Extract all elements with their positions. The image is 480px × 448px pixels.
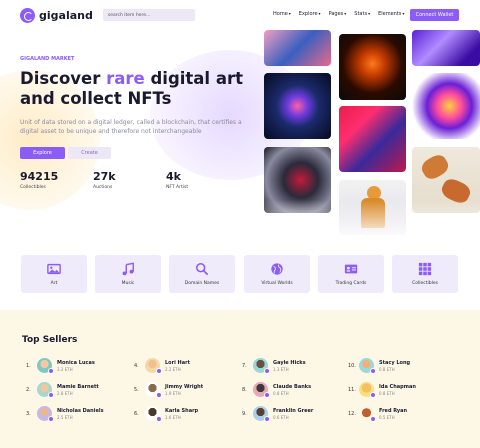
logo-text: gigaland bbox=[39, 8, 93, 22]
verified-badge-icon bbox=[370, 392, 376, 398]
category-virtual-worlds[interactable]: Virtual Worlds bbox=[244, 255, 310, 293]
verified-badge-icon bbox=[156, 416, 162, 422]
nft-art-6[interactable] bbox=[412, 73, 480, 139]
verified-badge-icon bbox=[48, 392, 54, 398]
stat-nft-artist: 4k NFT Artist bbox=[166, 170, 189, 190]
seller-item[interactable]: 7. Gayle Hicks 1.3 ETH bbox=[242, 358, 306, 374]
verified-badge-icon bbox=[370, 368, 376, 374]
stat-auctions: 27k Auctions bbox=[93, 170, 116, 190]
seller-item[interactable]: 5. Jimmy Wright 1.9 ETH bbox=[134, 382, 203, 398]
category-label: Virtual Worlds bbox=[261, 281, 293, 286]
verified-badge-icon bbox=[264, 416, 270, 422]
id-card-icon bbox=[344, 264, 358, 274]
avatar bbox=[145, 382, 162, 398]
category-art[interactable]: Art bbox=[21, 255, 87, 293]
verified-badge-icon bbox=[48, 368, 54, 374]
search-input[interactable]: search item here... bbox=[102, 9, 195, 21]
top-sellers-section: Top Sellers 1. Monica Lucas 3.2 ETH 2. Ma… bbox=[0, 310, 480, 448]
avatar bbox=[37, 358, 54, 374]
seller-item[interactable]: 8. Claude Banks 0.8 ETH bbox=[242, 382, 311, 398]
avatar bbox=[145, 358, 162, 374]
site-header: gigaland search item here... bbox=[0, 0, 480, 30]
category-label: Domain Names bbox=[184, 281, 220, 286]
art-collage-fade bbox=[260, 200, 480, 240]
seller-item[interactable]: 9. Franklin Greer 0.6 ETH bbox=[242, 406, 313, 422]
avatar bbox=[253, 406, 270, 422]
avatar bbox=[253, 358, 270, 374]
avatar bbox=[253, 382, 270, 398]
verified-badge-icon bbox=[264, 368, 270, 374]
logo[interactable]: gigaland bbox=[20, 7, 93, 23]
nav-elements[interactable]: Elements▾ bbox=[378, 11, 404, 17]
chevron-down-icon: ▾ bbox=[288, 11, 291, 16]
category-label: Collectibles bbox=[412, 281, 438, 286]
seller-item[interactable]: 11. Ida Chapman 0.8 ETH bbox=[348, 382, 416, 398]
music-icon bbox=[122, 262, 134, 276]
verified-badge-icon bbox=[264, 392, 270, 398]
category-music[interactable]: Music bbox=[95, 255, 161, 293]
verified-badge-icon bbox=[370, 416, 376, 422]
nft-art-4[interactable] bbox=[264, 73, 331, 139]
seller-item[interactable]: 3. Nicholas Daniels 2.5 ETH bbox=[26, 406, 104, 422]
verified-badge-icon bbox=[48, 416, 54, 422]
hero-title: Discover rare digital art and collect NFT… bbox=[20, 69, 243, 108]
avatar bbox=[359, 358, 376, 374]
category-label: Trading Cards bbox=[335, 281, 367, 286]
verified-badge-icon bbox=[156, 392, 162, 398]
avatar bbox=[37, 406, 54, 422]
chevron-down-icon: ▾ bbox=[344, 11, 347, 16]
seller-item[interactable]: 10. Stacy Long 0.8 ETH bbox=[348, 358, 410, 374]
chevron-down-icon: ▾ bbox=[368, 11, 371, 16]
main-nav: Home▾ Explore▾ Pages▾ Stats▾ Elements▾ bbox=[273, 11, 404, 17]
avatar bbox=[359, 382, 376, 398]
seller-item[interactable]: 1. Monica Lucas 3.2 ETH bbox=[26, 358, 95, 374]
seller-item[interactable]: 4. Lori Hart 2.2 ETH bbox=[134, 358, 190, 374]
avatar bbox=[359, 406, 376, 422]
create-button[interactable]: Create bbox=[68, 147, 111, 159]
verified-badge-icon bbox=[156, 368, 162, 374]
explore-button[interactable]: Explore bbox=[20, 147, 65, 159]
avatar bbox=[145, 406, 162, 422]
grid-icon bbox=[418, 262, 432, 276]
avatar bbox=[37, 382, 54, 398]
category-trading-cards[interactable]: Trading Cards bbox=[318, 255, 384, 293]
nav-explore[interactable]: Explore▾ bbox=[299, 11, 321, 17]
connect-wallet-button[interactable]: Connect Wallet bbox=[410, 9, 459, 21]
hero-eyebrow: GIGALAND MARKET bbox=[20, 56, 75, 62]
search-icon bbox=[195, 262, 209, 276]
chevron-down-icon: ▾ bbox=[318, 11, 321, 16]
category-label: Music bbox=[121, 281, 135, 286]
category-domain-names[interactable]: Domain Names bbox=[169, 255, 235, 293]
image-icon bbox=[47, 263, 61, 275]
nav-stats[interactable]: Stats▾ bbox=[354, 11, 370, 17]
chevron-down-icon: ▾ bbox=[402, 11, 405, 16]
hero-description: Unit of data stored on a digital ledger,… bbox=[20, 119, 242, 135]
top-sellers-title: Top Sellers bbox=[22, 335, 78, 345]
globe-icon bbox=[271, 263, 283, 275]
nft-art-5[interactable] bbox=[339, 106, 406, 172]
category-label: Art bbox=[50, 281, 58, 286]
seller-item[interactable]: 6. Karla Sharp 1.6 ETH bbox=[134, 406, 198, 422]
nft-art-2[interactable] bbox=[339, 34, 406, 100]
seller-item[interactable]: 2. Mamie Barnett 2.8 ETH bbox=[26, 382, 99, 398]
nav-home[interactable]: Home▾ bbox=[273, 11, 291, 17]
nav-pages[interactable]: Pages▾ bbox=[329, 11, 347, 17]
category-collectibles[interactable]: Collectibles bbox=[392, 255, 458, 293]
nft-art-1[interactable] bbox=[264, 30, 331, 66]
seller-item[interactable]: 12. Fred Ryan 0.5 ETH bbox=[348, 406, 407, 422]
nft-art-3[interactable] bbox=[412, 30, 480, 66]
stat-collectibles: 94215 Collectibles bbox=[20, 170, 59, 190]
logo-icon bbox=[20, 7, 35, 23]
